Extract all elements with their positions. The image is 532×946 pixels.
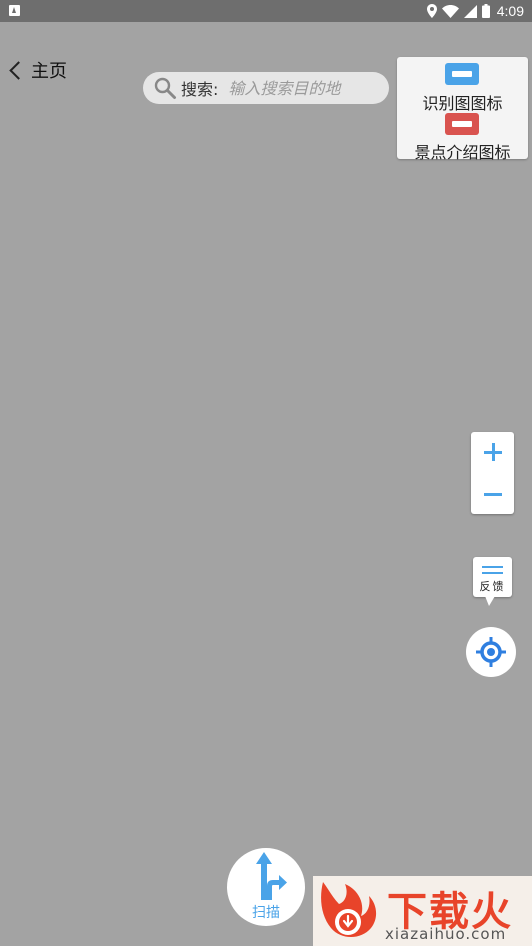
status-icons: 4:09 [426,0,524,22]
notification-icon [9,5,20,16]
legend-label-recognition: 识别图图标 [422,94,503,113]
wifi-icon [441,4,459,18]
zoom-in-button[interactable] [471,432,514,473]
search-input[interactable] [228,78,369,98]
recognition-marker-icon [445,63,479,85]
minus-icon [484,493,502,496]
scan-label: 扫描 [252,905,280,921]
route-arrow-icon [256,852,287,900]
watermark: 下载火 xiazaihuo.com [313,876,532,946]
back-home-button[interactable]: 主页 [6,56,67,84]
map-legend: 识别图图标 景点介绍图标 [397,57,528,162]
back-home-label: 主页 [31,61,67,82]
status-time: 4:09 [496,3,524,19]
search-bar[interactable]: 搜索: [143,72,389,104]
locate-button[interactable] [466,627,516,677]
chevron-left-icon [9,60,28,80]
status-bar: 4:09 [0,0,532,22]
feedback-label: 反馈 [479,580,506,593]
plus-icon-vertical [491,443,495,461]
zoom-control [471,432,514,514]
flame-logo-icon [321,882,377,937]
search-icon [154,77,176,99]
crosshair-icon [476,637,506,667]
zoom-out-button[interactable] [471,473,514,514]
feedback-button[interactable]: 反馈 [473,557,512,606]
scan-button[interactable]: 扫描 [227,848,305,926]
feedback-lines-icon [482,566,503,578]
search-label: 搜索: [181,80,219,99]
attraction-marker-icon [445,113,479,135]
signal-icon [463,4,477,18]
legend-label-attraction: 景点介绍图标 [414,143,511,162]
battery-icon [481,4,490,18]
location-icon [426,4,437,18]
watermark-url: xiazaihuo.com [385,925,507,943]
